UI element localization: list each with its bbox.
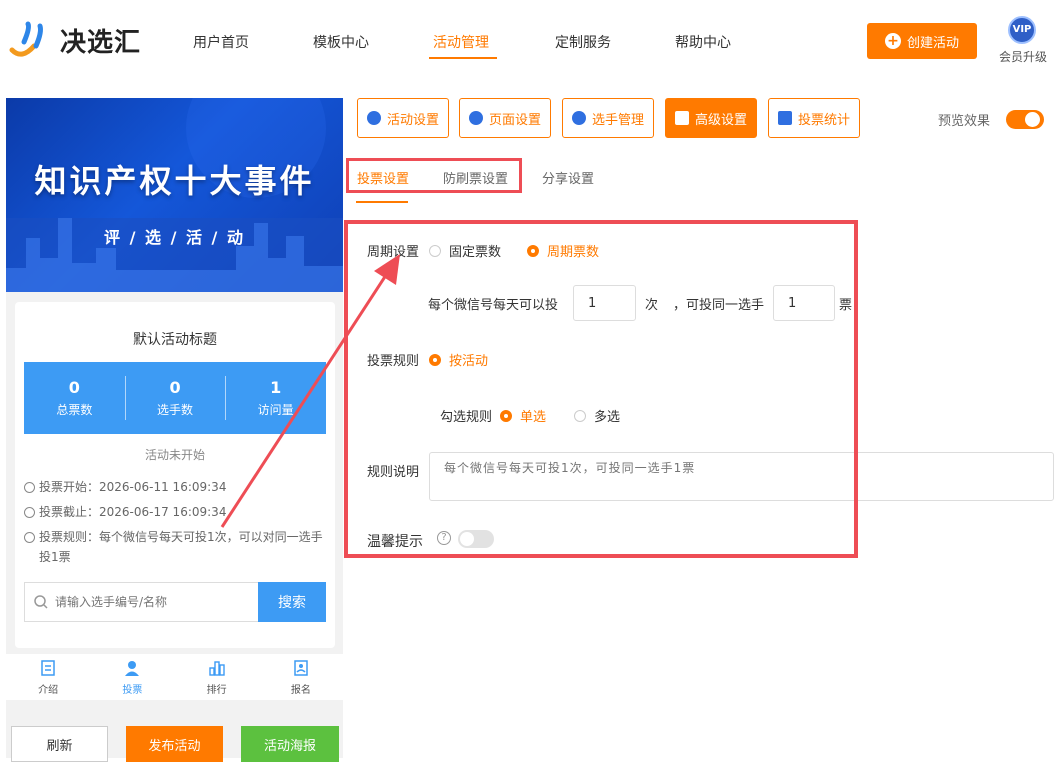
user-icon	[125, 660, 140, 676]
stat-value: 0	[68, 378, 80, 397]
tool-advanced-settings[interactable]: 高级设置	[665, 98, 757, 138]
preview-effect-label: 预览效果	[938, 114, 991, 129]
stat-visits: 1 访问量	[225, 362, 326, 434]
tab-label: 介绍	[38, 684, 59, 696]
banner-title: 知识产权十大事件	[34, 162, 315, 200]
activity-status: 活动未开始	[144, 448, 205, 462]
tab-signup[interactable]: 报名	[259, 654, 343, 700]
activity-title: 默认活动标题	[133, 332, 217, 348]
nav-activity-management[interactable]: 活动管理	[433, 32, 489, 52]
vote-end-text: 投票截止：2026-06-17 16:09:34	[39, 505, 227, 519]
tab-label: 投票	[122, 684, 143, 696]
document-icon	[41, 659, 55, 676]
vote-rule-row: 投票规则：每个微信号每天可投1次，可以对同一选手投1票	[24, 527, 324, 567]
vip-upgrade-link[interactable]: 会员升级	[999, 48, 1047, 65]
tool-label: 页面设置	[488, 112, 541, 128]
stat-contestants: 0 选手数	[124, 362, 226, 434]
stats-bar: 0 总票数 0 选手数 1 访问量	[24, 362, 326, 434]
settings-sliders-icon	[674, 111, 689, 125]
stat-label: 访问量	[257, 403, 294, 417]
tool-activity-settings[interactable]: 活动设置	[357, 98, 449, 138]
create-activity-button[interactable]: + 创建活动	[867, 23, 977, 59]
tool-label: 活动设置	[386, 112, 439, 128]
vote-start-text: 投票开始：2026-06-11 16:09:34	[39, 480, 227, 494]
nav-active-underline	[429, 57, 497, 59]
stat-label: 选手数	[157, 403, 194, 417]
tool-vote-statistics[interactable]: 投票统计	[768, 98, 860, 138]
star-icon	[366, 111, 381, 125]
toggle-knob	[1025, 112, 1040, 127]
stat-label: 总票数	[56, 403, 93, 417]
clock-icon	[24, 482, 35, 493]
search-icon	[34, 595, 48, 609]
tool-label: 高级设置	[694, 112, 747, 128]
logo-icon	[9, 21, 43, 57]
nav-help-center[interactable]: 帮助中心	[675, 32, 731, 52]
activity-banner: 知识产权十大事件 评 / 选 / 活 / 动	[6, 98, 343, 292]
nav-home[interactable]: 用户首页	[193, 32, 249, 52]
clock-icon	[24, 507, 35, 518]
stat-value: 0	[169, 378, 181, 397]
tab-ranking[interactable]: 排行	[175, 654, 259, 700]
subtab-share-settings[interactable]: 分享设置	[542, 168, 594, 187]
vote-end-row: 投票截止：2026-06-17 16:09:34	[24, 502, 324, 522]
tab-label: 报名	[290, 684, 311, 696]
nav-custom-service[interactable]: 定制服务	[555, 32, 611, 52]
nav-templates[interactable]: 模板中心	[313, 32, 369, 52]
search-input[interactable]	[55, 595, 245, 609]
tab-vote[interactable]: 投票	[90, 654, 174, 700]
tool-label: 投票统计	[797, 112, 850, 128]
plus-icon: +	[884, 33, 901, 49]
stat-total-votes: 0 总票数	[24, 362, 125, 434]
vote-rule-text: 投票规则：每个微信号每天可投1次，可以对同一选手投1票	[39, 530, 323, 564]
tool-contestant-management[interactable]: 选手管理	[562, 98, 654, 138]
stat-value: 1	[270, 378, 282, 397]
tab-intro[interactable]: 介绍	[6, 654, 90, 700]
search-button[interactable]: 搜索	[258, 582, 326, 622]
banner-subtitle: 评 / 选 / 活 / 动	[104, 228, 245, 247]
tool-label: 选手管理	[591, 112, 644, 128]
search-field[interactable]	[24, 582, 258, 622]
vote-start-row: 投票开始：2026-06-11 16:09:34	[24, 477, 324, 497]
preview-tabbar: 介绍 投票 排行 报名	[6, 654, 343, 700]
gear-icon	[468, 111, 483, 125]
annotation-box-form	[344, 220, 858, 558]
publish-activity-button[interactable]: 发布活动	[126, 726, 223, 762]
bar-chart-icon	[777, 111, 792, 125]
annotation-box-tabs	[346, 158, 522, 193]
tab-label: 排行	[206, 684, 227, 696]
refresh-button[interactable]: 刷新	[11, 726, 108, 762]
info-icon	[24, 532, 35, 543]
brand-name: 决选汇	[60, 28, 142, 58]
tool-page-settings[interactable]: 页面设置	[459, 98, 551, 138]
vip-icon[interactable]: VIP	[1008, 16, 1036, 44]
subtab-active-underline	[356, 201, 408, 203]
create-activity-label: 创建活动	[906, 35, 959, 51]
signup-icon	[294, 659, 308, 676]
ranking-icon	[208, 660, 225, 676]
activity-poster-button[interactable]: 活动海报	[241, 726, 339, 762]
users-icon	[571, 111, 586, 125]
